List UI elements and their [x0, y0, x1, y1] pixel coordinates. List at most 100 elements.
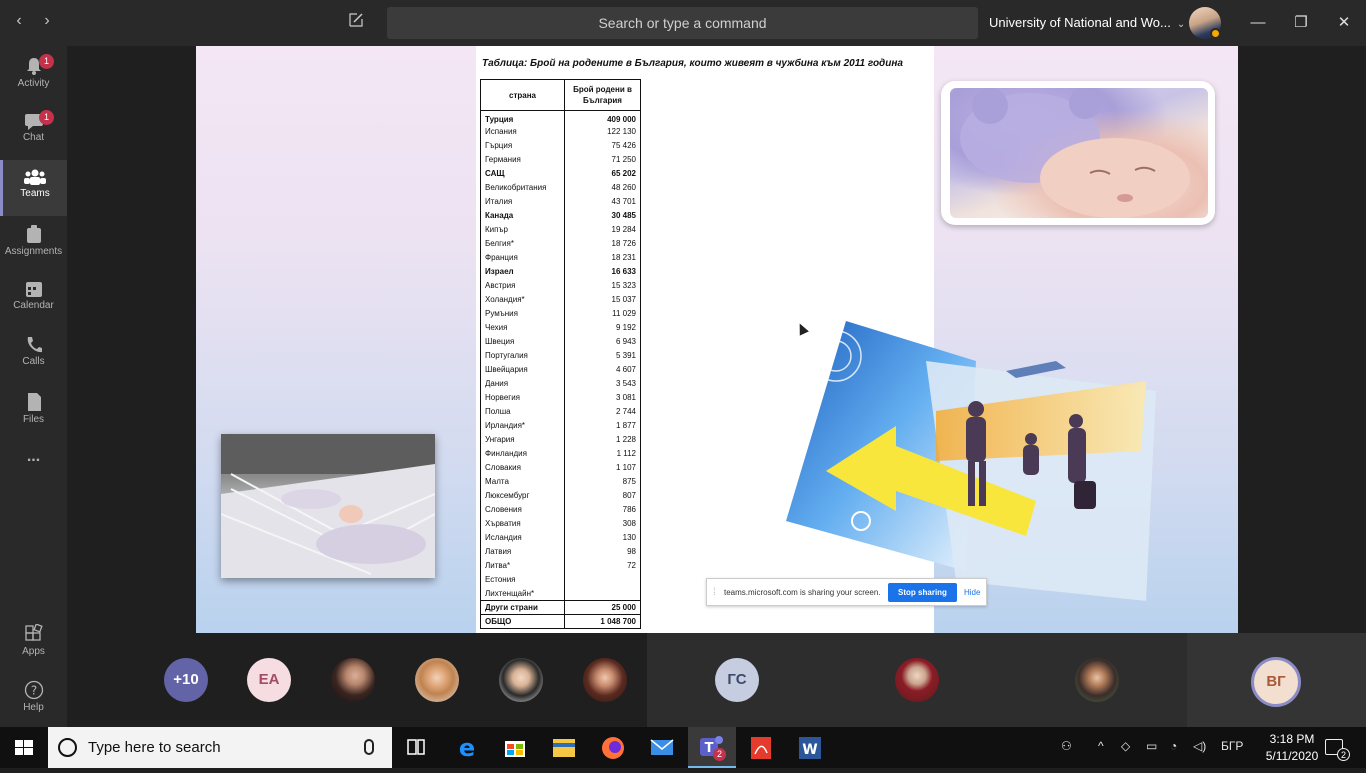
taskbar-search-box[interactable]: Type here to search: [48, 727, 392, 768]
word-icon: W: [799, 737, 821, 759]
maximize-button[interactable]: ❐: [1279, 0, 1323, 46]
count-cell: 71 250: [564, 152, 641, 167]
country-cell: Италия: [480, 194, 565, 209]
count-cell: 18 231: [564, 250, 641, 265]
drag-handle-icon[interactable]: ⁞: [713, 587, 716, 598]
minimize-button[interactable]: —: [1236, 0, 1280, 46]
rail-calendar[interactable]: Calendar: [0, 272, 67, 328]
svg-text:e: e: [459, 734, 475, 762]
table-row: Канада 30 485: [480, 208, 641, 223]
activity-badge: 1: [39, 54, 54, 69]
participant-avatar-photo[interactable]: [1075, 658, 1119, 702]
command-search-input[interactable]: Search or type a command: [387, 7, 978, 39]
rail-apps[interactable]: Apps: [0, 616, 67, 672]
participant-avatar-ea[interactable]: ЕА: [247, 658, 291, 702]
people-icon[interactable]: ⚇: [1061, 739, 1072, 753]
rail-label-teams: Teams: [20, 188, 50, 199]
dropbox-icon[interactable]: ◇: [1121, 739, 1130, 753]
more-options-icon: ...: [26, 448, 41, 465]
col-header-country: страна: [480, 79, 565, 111]
start-button[interactable]: [0, 727, 48, 768]
mail-app[interactable]: [638, 727, 686, 768]
rail-chat[interactable]: Chat 1: [0, 104, 67, 160]
microphone-icon[interactable]: [364, 739, 374, 755]
volume-icon[interactable]: ◁): [1193, 739, 1206, 753]
rail-assignments[interactable]: Assignments: [0, 216, 67, 272]
store-app[interactable]: [491, 727, 539, 768]
folder-icon: [553, 739, 575, 757]
count-cell: 130: [564, 530, 641, 545]
task-view-icon: [407, 739, 425, 755]
acrobat-app[interactable]: [737, 727, 785, 768]
country-cell: Гърция: [480, 138, 565, 153]
word-app[interactable]: W: [786, 727, 834, 768]
firefox-icon: [602, 737, 624, 759]
country-cell: Чехия: [480, 320, 565, 335]
table-title: Таблица: Брой на родените в България, ко…: [482, 58, 903, 69]
org-switcher[interactable]: University of National and Wo... ⌄: [989, 0, 1185, 46]
count-cell: 30 485: [564, 208, 641, 223]
participant-avatar-photo[interactable]: [415, 658, 459, 702]
pdf-icon: [751, 737, 771, 759]
show-hidden-icons-chevron-icon[interactable]: ^: [1098, 739, 1104, 753]
count-cell: 48 260: [564, 180, 641, 195]
system-clock[interactable]: 3:18 PM 5/11/2020: [1262, 731, 1322, 765]
table-row: Латвия 98: [480, 544, 641, 559]
country-cell: Великобритания: [480, 180, 565, 195]
table-row: Великобритания 48 260: [480, 180, 641, 195]
participants-strip: +10 ЕА ГС ВГ: [67, 633, 1366, 727]
rail-teams[interactable]: Teams: [0, 160, 67, 216]
clock-time: 3:18 PM: [1269, 732, 1315, 746]
count-cell: 65 202: [564, 166, 641, 181]
screen-share-banner: ⁞ teams.microsoft.com is sharing your sc…: [706, 578, 987, 606]
participant-avatar-photo[interactable]: [895, 658, 939, 702]
firefox-app[interactable]: [589, 727, 637, 768]
participant-avatar-photo[interactable]: [583, 658, 627, 702]
forward-button[interactable]: ›: [33, 12, 61, 30]
edge-app[interactable]: e: [443, 727, 491, 768]
table-row: Швеция 6 943: [480, 334, 641, 349]
rail-more[interactable]: ...: [0, 448, 67, 504]
windows-logo-icon: [15, 740, 33, 755]
table-row: Норвегия 3 081: [480, 390, 641, 405]
mail-icon: [650, 739, 674, 755]
col-header-count: Брой родени в България: [564, 79, 641, 111]
country-cell: Кипър: [480, 222, 565, 237]
count-cell: 43 701: [564, 194, 641, 209]
rail-files[interactable]: Files: [0, 384, 67, 440]
rail-help[interactable]: ? Help: [0, 672, 67, 728]
participant-avatar-vg[interactable]: ВГ: [1251, 657, 1301, 707]
country-cell: Малта: [480, 474, 565, 489]
org-name: University of National and Wo...: [989, 15, 1171, 30]
compose-icon[interactable]: [348, 12, 370, 34]
country-cell: Ирландия*: [480, 418, 565, 433]
stop-sharing-button[interactable]: Stop sharing: [888, 583, 957, 602]
count-cell: 11 029: [564, 306, 641, 321]
count-cell: [564, 586, 641, 601]
table-row: Литва* 72: [480, 558, 641, 573]
back-button[interactable]: ‹: [5, 12, 33, 30]
count-cell: 786: [564, 502, 641, 517]
more-participants-button[interactable]: +10: [164, 658, 208, 702]
country-cell: Австрия: [480, 278, 565, 293]
country-cell: Унгария: [480, 432, 565, 447]
participant-avatar-photo[interactable]: [499, 658, 543, 702]
input-language[interactable]: БГР: [1221, 739, 1243, 753]
rail-calls[interactable]: Calls: [0, 328, 67, 384]
hide-banner-link[interactable]: Hide: [964, 588, 980, 597]
teams-taskbar-badge: 2: [713, 748, 726, 761]
rail-activity[interactable]: Activity 1: [0, 48, 67, 104]
count-cell: 19 284: [564, 222, 641, 237]
close-window-button[interactable]: ✕: [1322, 0, 1366, 46]
travel-collage-image: [786, 321, 1156, 601]
wifi-icon[interactable]: ◔: [1170, 739, 1177, 753]
participant-avatar-photo[interactable]: [331, 658, 375, 702]
teams-app[interactable]: T 2: [688, 727, 736, 768]
task-view-button[interactable]: [392, 727, 440, 768]
battery-icon[interactable]: ▭: [1146, 739, 1157, 753]
file-explorer-app[interactable]: [540, 727, 588, 768]
participant-avatar-gs[interactable]: ГС: [715, 658, 759, 702]
count-cell: 2 744: [564, 404, 641, 419]
table-row: Австрия 15 323: [480, 278, 641, 293]
country-cell: Норвегия: [480, 390, 565, 405]
